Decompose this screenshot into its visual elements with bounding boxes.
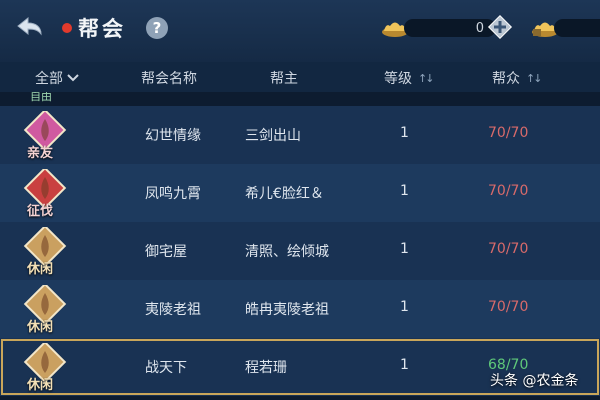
currency-gold: 0 [380,16,496,40]
gold-amount: 0 [404,19,496,37]
guild-members: 70/70 [488,299,529,315]
guild-status-label: 休闲 [26,262,53,277]
sort-icon: ↑↓ [418,71,435,85]
guild-leader: 三剑出山 [245,128,301,144]
guild-status-label: 亲友 [26,146,53,161]
guild-status-label: 征伐 [26,204,53,219]
filter-label: 全部 [35,71,63,87]
title-group: 帮会 ? [62,14,168,42]
guild-level: 1 [400,125,409,141]
guild-status-label: 休闲 [26,378,53,393]
guild-level: 1 [400,299,409,315]
table-header: 全部 帮会名称 帮主 等级 ↑↓ 帮众 ↑↓ [0,62,600,92]
guild-level: 1 [400,357,409,373]
column-members[interactable]: 帮众 ↑↓ [492,68,543,88]
guild-row[interactable]: 休闲 夷陵老祖 皓冉夷陵老祖 1 70/70 [0,280,600,338]
guild-name: 幻世情缘 [145,128,201,144]
help-button[interactable]: ? [146,17,168,39]
locked-gold-amount: 2 [554,19,600,37]
guild-members: 70/70 [488,183,529,199]
guild-row[interactable]: 休闲 御宅屋 清照、绘倾城 1 70/70 [0,222,600,280]
column-name: 帮会名称 [141,71,197,87]
chevron-down-icon [67,74,79,82]
guild-leader: 清照、绘倾城 [245,244,329,260]
guild-row[interactable]: 征伐 凤鸣九霄 希儿€脸红＆ 1 70/70 [0,164,600,222]
guild-name: 战天下 [145,360,187,376]
guild-leader: 希儿€脸红＆ [245,186,324,202]
partial-row-badge-label: 自由 [30,92,52,103]
guild-leader: 皓冉夷陵老祖 [245,302,329,318]
guild-name: 夷陵老祖 [145,302,201,318]
guild-level: 1 [400,183,409,199]
back-arrow-icon[interactable] [12,10,46,44]
column-leader: 帮主 [270,71,298,87]
currency-locked-gold: 2 [530,16,600,40]
guild-level: 1 [400,241,409,257]
notification-dot [62,23,72,33]
top-bar: 帮会 ? 0 2 [0,0,600,62]
add-currency-icon[interactable] [486,13,514,41]
filter-dropdown[interactable]: 全部 [35,68,79,88]
guild-leader: 程若珊 [245,360,287,376]
guild-status-label: 休闲 [26,320,53,335]
guild-name: 凤鸣九霄 [145,186,201,202]
guild-name: 御宅屋 [145,244,187,260]
page-title: 帮会 [78,17,126,41]
watermark: 头条 @农金条 [490,373,579,389]
guild-members: 70/70 [488,241,529,257]
column-level[interactable]: 等级 ↑↓ [384,68,435,88]
guild-row[interactable]: 亲友 幻世情缘 三剑出山 1 70/70 [0,106,600,164]
sort-icon: ↑↓ [526,71,543,85]
guild-members: 70/70 [488,125,529,141]
